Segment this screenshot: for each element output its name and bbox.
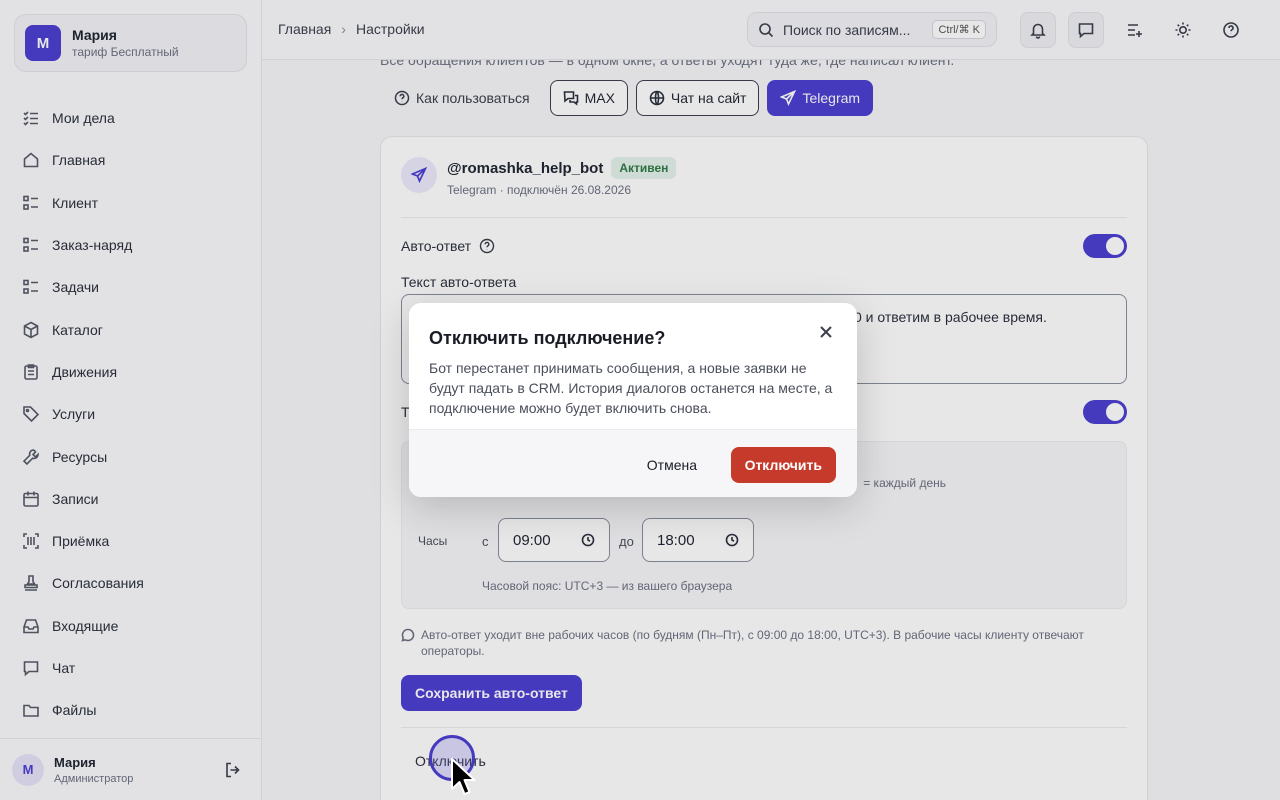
confirm-disconnect-dialog: Отключить подключение? Бот перестанет пр…	[409, 303, 857, 497]
dialog-message: Бот перестанет принимать сообщения, а но…	[429, 360, 833, 416]
close-icon	[820, 326, 832, 338]
mouse-cursor-icon	[451, 758, 476, 795]
confirm-disconnect-button[interactable]: Отключить	[730, 447, 836, 483]
cancel-button[interactable]: Отмена	[635, 447, 709, 483]
close-button[interactable]	[819, 325, 837, 343]
dialog-footer: Отмена Отключить	[409, 429, 857, 497]
dialog-title: Отключить подключение?	[429, 328, 666, 348]
